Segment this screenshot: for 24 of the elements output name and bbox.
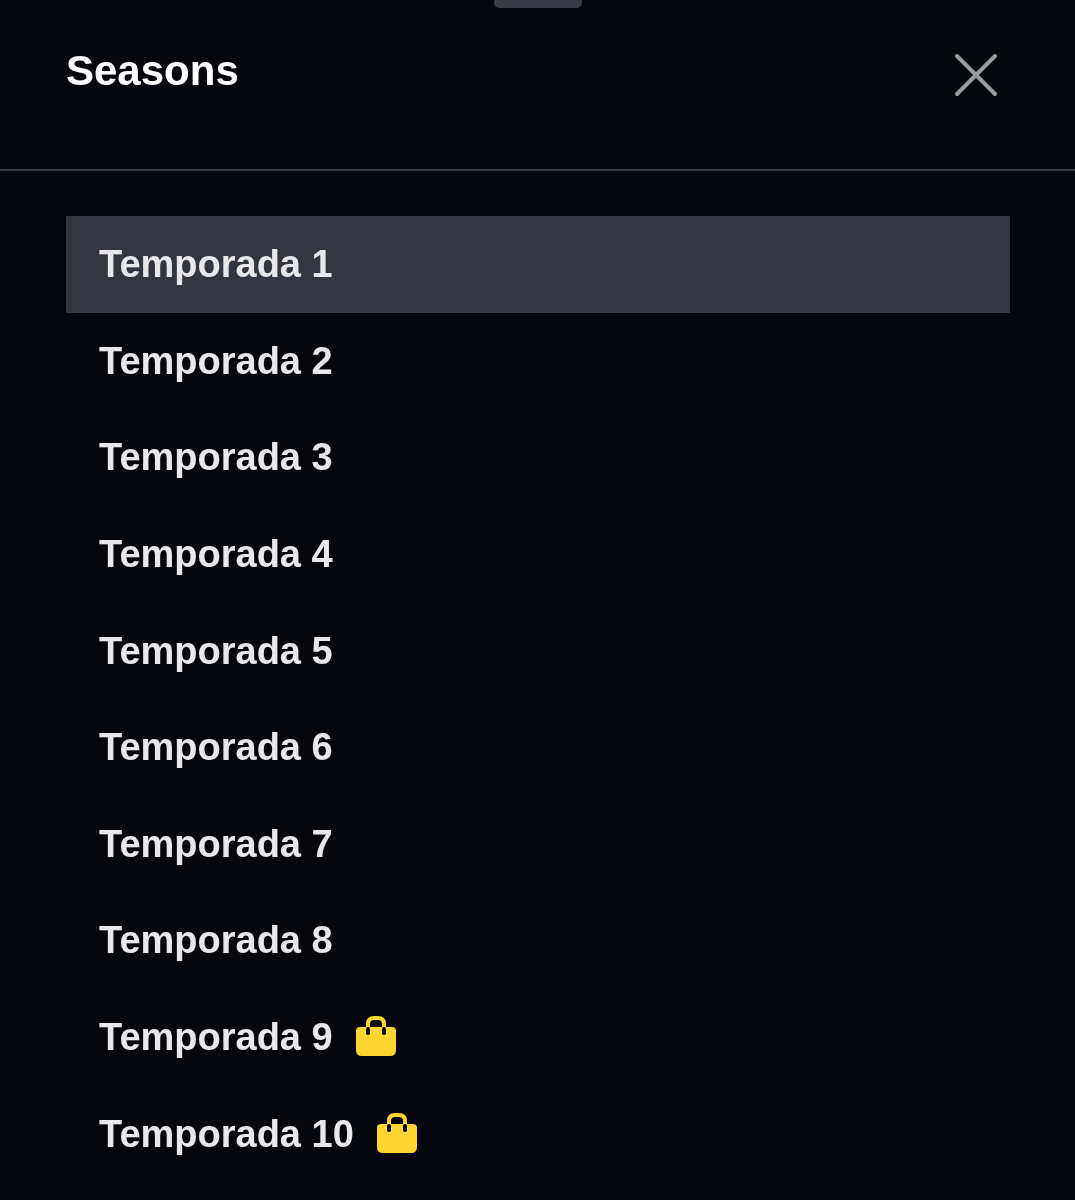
- season-label: Temporada 4: [99, 532, 333, 578]
- season-label: Temporada 10: [99, 1111, 354, 1157]
- season-item[interactable]: Temporada 1: [66, 216, 1010, 313]
- close-icon: [954, 53, 998, 97]
- season-label: Temporada 2: [99, 338, 333, 384]
- sheet-title: Seasons: [66, 46, 239, 96]
- season-item[interactable]: Temporada 10: [66, 1085, 1010, 1182]
- close-button[interactable]: [954, 53, 998, 97]
- season-item[interactable]: Temporada 7: [66, 795, 1010, 893]
- season-label: Temporada 3: [99, 435, 333, 481]
- season-item[interactable]: Temporada 4: [66, 505, 1010, 603]
- season-label: Temporada 7: [99, 821, 333, 867]
- season-label: Temporada 8: [99, 918, 333, 964]
- season-item[interactable]: Temporada 3: [66, 409, 1010, 506]
- season-item[interactable]: Temporada 8: [66, 892, 1010, 989]
- season-item[interactable]: Temporada 2: [66, 312, 1010, 410]
- season-label: Temporada 6: [99, 725, 333, 771]
- season-label: Temporada 1: [99, 242, 333, 288]
- season-label: Temporada 9: [99, 1015, 333, 1061]
- drag-handle[interactable]: [493, 0, 582, 8]
- season-label: Temporada 5: [99, 628, 333, 674]
- season-item[interactable]: Temporada 9: [66, 988, 1010, 1086]
- season-item[interactable]: Temporada 5: [66, 602, 1010, 699]
- season-item[interactable]: Temporada 6: [66, 698, 1010, 796]
